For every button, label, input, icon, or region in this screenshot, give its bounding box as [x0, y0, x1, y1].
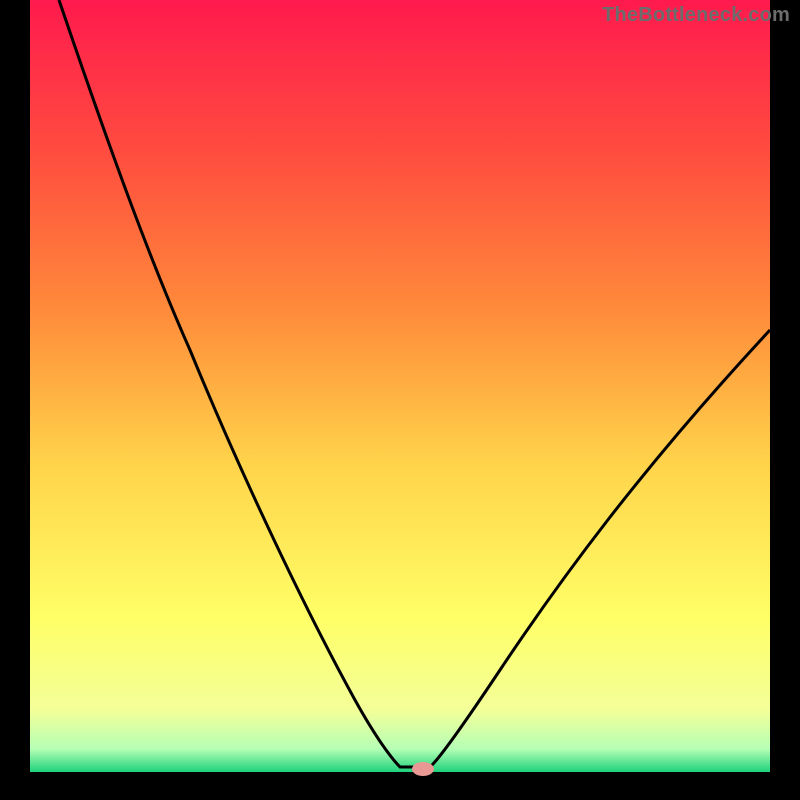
- plot-area: [30, 0, 770, 772]
- optimum-marker: [412, 762, 434, 776]
- chart-frame: TheBottleneck.com: [0, 0, 800, 800]
- bottleneck-chart: [0, 0, 800, 800]
- watermark-text: TheBottleneck.com: [602, 4, 790, 27]
